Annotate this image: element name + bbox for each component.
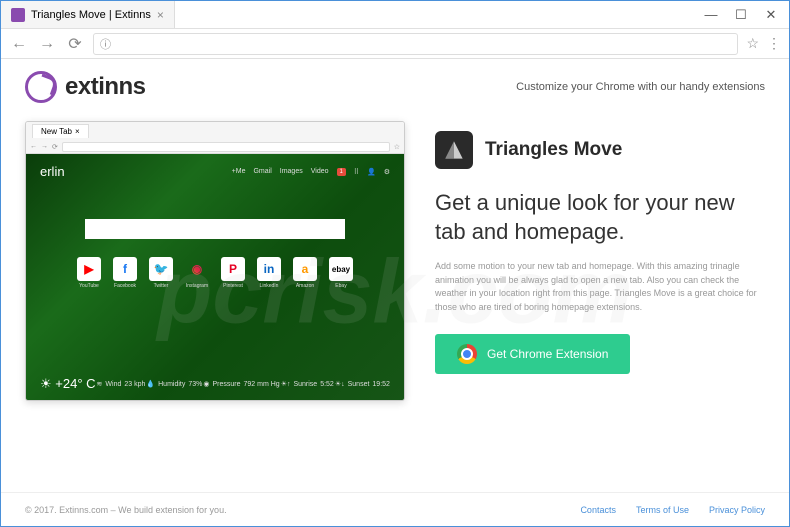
product-title: Triangles Move	[485, 139, 622, 161]
menu-icon[interactable]: ⋮	[767, 35, 781, 52]
preview-tab: New Tab ×	[32, 124, 89, 138]
browser-window: Triangles Move | Extinns × — ☐ ✕ ← → ⟳ ⓘ…	[0, 0, 790, 527]
reload-icon[interactable]: ⟳	[65, 34, 85, 54]
preview-shortcuts: ▶ YouTube f Facebook 🐦 Twitter ◉ Instagram P Pint…	[40, 257, 390, 289]
close-icon[interactable]: ×	[157, 8, 164, 22]
preview-top-links: +Me Gmail Images Video 1 ⠿ 👤 ⚙	[232, 168, 390, 176]
info-icon: ⓘ	[100, 36, 111, 52]
promo-column: Triangles Move Get a unique look for you…	[435, 121, 765, 401]
shortcut-label: Facebook	[111, 283, 139, 289]
promo-description: Add some motion to your new tab and home…	[435, 260, 765, 314]
cta-label: Get Chrome Extension	[487, 347, 608, 361]
shortcut-linkedin: in LinkedIn	[255, 257, 283, 289]
footer-links: Contacts Terms of Use Privacy Policy	[580, 505, 765, 515]
shortcut-instagram: ◉ Instagram	[183, 257, 211, 289]
shortcut-label: Instagram	[183, 283, 211, 289]
close-window-icon[interactable]: ✕	[765, 9, 777, 21]
twitter-icon: 🐦	[149, 257, 173, 281]
address-bar[interactable]: ⓘ	[93, 33, 738, 55]
browser-tab[interactable]: Triangles Move | Extinns ×	[1, 1, 175, 28]
stat-sunset: ☀↓ Sunset 19:52	[335, 380, 390, 388]
titlebar: Triangles Move | Extinns × — ☐ ✕	[1, 1, 789, 29]
tab-title: Triangles Move | Extinns	[31, 9, 151, 21]
site-header: extinns Customize your Chrome with our h…	[1, 59, 789, 121]
forward-icon: →	[41, 143, 48, 150]
shortcut-pinterest: P Pinterest	[219, 257, 247, 289]
shortcut-label: LinkedIn	[255, 283, 283, 289]
promo-headline: Get a unique look for your new tab and h…	[435, 189, 765, 246]
logo[interactable]: extinns	[25, 71, 146, 103]
header-tagline: Customize your Chrome with our handy ext…	[516, 81, 765, 93]
amazon-icon: a	[293, 257, 317, 281]
footer-link-contacts[interactable]: Contacts	[580, 505, 616, 515]
get-extension-button[interactable]: Get Chrome Extension	[435, 334, 630, 374]
footer-link-privacy[interactable]: Privacy Policy	[709, 505, 765, 515]
preview-city: erlin	[40, 164, 65, 179]
page-content: extinns Customize your Chrome with our h…	[1, 59, 789, 526]
footer-link-terms[interactable]: Terms of Use	[636, 505, 689, 515]
browser-toolbar: ← → ⟳ ⓘ ☆ ⋮	[1, 29, 789, 59]
back-icon[interactable]: ←	[9, 34, 29, 54]
forward-icon[interactable]: →	[37, 34, 57, 54]
preview-toolbar: ← → ⟳ ☆	[26, 140, 404, 154]
preview-address-bar	[62, 142, 390, 152]
gear-icon: ⚙	[384, 168, 390, 176]
instagram-icon: ◉	[185, 257, 209, 281]
promo-header: Triangles Move	[435, 131, 765, 169]
preview-search-input	[85, 219, 345, 239]
stat-pressure: ◉ Pressure 792 mm Hg	[203, 380, 279, 388]
logo-text: extinns	[65, 73, 146, 101]
stat-humidity: 💧 Humidity 73%	[146, 380, 202, 388]
linkedin-icon: in	[257, 257, 281, 281]
temperature: ☀ +24° C	[40, 376, 96, 392]
shortcut-amazon: a Amazon	[291, 257, 319, 289]
close-icon: ×	[75, 127, 80, 136]
avatar-icon: 👤	[367, 168, 376, 176]
stat-wind: ≋ Wind 23 kph	[97, 380, 146, 388]
link-gmail: Gmail	[253, 168, 271, 175]
preview-weather-bar: ☀ +24° C ≋ Wind 23 kph 💧 Humidity 73% ◉ …	[40, 376, 390, 392]
preview-window: New Tab × ← → ⟳ ☆ erlin +Me	[25, 121, 405, 401]
stat-sunrise: ☀↑ Sunrise 5:52	[281, 380, 334, 388]
shortcut-facebook: f Facebook	[111, 257, 139, 289]
link-video: Video	[311, 168, 329, 175]
tab-favicon-icon	[11, 8, 25, 22]
window-controls: — ☐ ✕	[705, 9, 789, 21]
shortcut-label: Twitter	[147, 283, 175, 289]
pinterest-icon: P	[221, 257, 245, 281]
main-content: New Tab × ← → ⟳ ☆ erlin +Me	[1, 121, 789, 401]
footer-copyright: © 2017. Extinns.com – We build extension…	[25, 505, 227, 515]
shortcut-label: YouTube	[75, 283, 103, 289]
apps-icon: ⠿	[354, 168, 359, 176]
logo-icon	[25, 71, 57, 103]
maximize-icon[interactable]: ☐	[735, 9, 747, 21]
minimize-icon[interactable]: —	[705, 9, 717, 21]
shortcut-label: Ebay	[327, 283, 355, 289]
shortcut-label: Pinterest	[219, 283, 247, 289]
reload-icon: ⟳	[52, 143, 58, 151]
chrome-icon	[457, 344, 477, 364]
notification-badge: 1	[337, 168, 346, 176]
shortcut-youtube: ▶ YouTube	[75, 257, 103, 289]
back-icon: ←	[30, 143, 37, 150]
bookmark-icon[interactable]: ☆	[746, 35, 759, 52]
star-icon: ☆	[394, 143, 400, 151]
preview-topbar: erlin +Me Gmail Images Video 1 ⠿ 👤 ⚙	[40, 164, 390, 179]
ebay-icon: ebay	[329, 257, 353, 281]
preview-titlebar: New Tab ×	[26, 122, 404, 140]
preview-tab-label: New Tab	[41, 127, 72, 136]
link-me: +Me	[232, 168, 246, 175]
link-images: Images	[280, 168, 303, 175]
shortcut-twitter: 🐦 Twitter	[147, 257, 175, 289]
facebook-icon: f	[113, 257, 137, 281]
site-footer: © 2017. Extinns.com – We build extension…	[1, 492, 789, 526]
preview-newtab: erlin +Me Gmail Images Video 1 ⠿ 👤 ⚙	[26, 154, 404, 400]
youtube-icon: ▶	[77, 257, 101, 281]
product-icon	[435, 131, 473, 169]
shortcut-ebay: ebay Ebay	[327, 257, 355, 289]
shortcut-label: Amazon	[291, 283, 319, 289]
